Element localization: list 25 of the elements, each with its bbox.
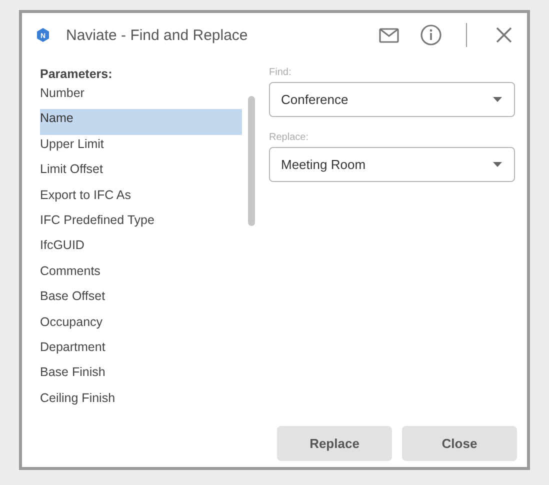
window-title: Naviate - Find and Replace <box>66 26 249 44</box>
parameter-item[interactable]: Limit Offset <box>40 160 242 186</box>
parameter-item[interactable]: Ceiling Finish <box>40 388 242 414</box>
dropdown-field[interactable]: Meeting Room <box>269 147 515 182</box>
scrollbar[interactable] <box>248 96 255 226</box>
parameter-item[interactable]: Base Finish <box>40 363 242 389</box>
action-button[interactable]: Replace <box>277 426 392 461</box>
parameter-item[interactable]: IfcGUID <box>40 236 242 262</box>
parameter-item[interactable]: Occupancy <box>40 312 242 338</box>
parameter-item[interactable]: Base Offset <box>40 287 242 313</box>
dropdown-field[interactable]: Conference <box>269 82 515 117</box>
parameter-item[interactable]: Name <box>40 109 242 135</box>
field-label: Replace: <box>269 132 308 143</box>
info-icon[interactable] <box>420 24 442 46</box>
parameters-label: Parameters: <box>40 67 114 81</box>
caret-icon <box>493 97 502 102</box>
parameter-item[interactable]: Export to IFC As <box>40 186 242 211</box>
action-button[interactable]: Close <box>402 426 517 461</box>
parameter-item[interactable]: Comments <box>40 262 242 288</box>
caret-icon <box>493 162 502 167</box>
parameter-item[interactable]: Department <box>40 338 242 364</box>
parameter-item[interactable]: Number <box>40 84 242 110</box>
parameter-item[interactable]: Upper Limit <box>40 134 242 160</box>
parameter-item[interactable]: IFC Predefined Type <box>40 210 242 236</box>
field-label: Find: <box>269 67 292 78</box>
